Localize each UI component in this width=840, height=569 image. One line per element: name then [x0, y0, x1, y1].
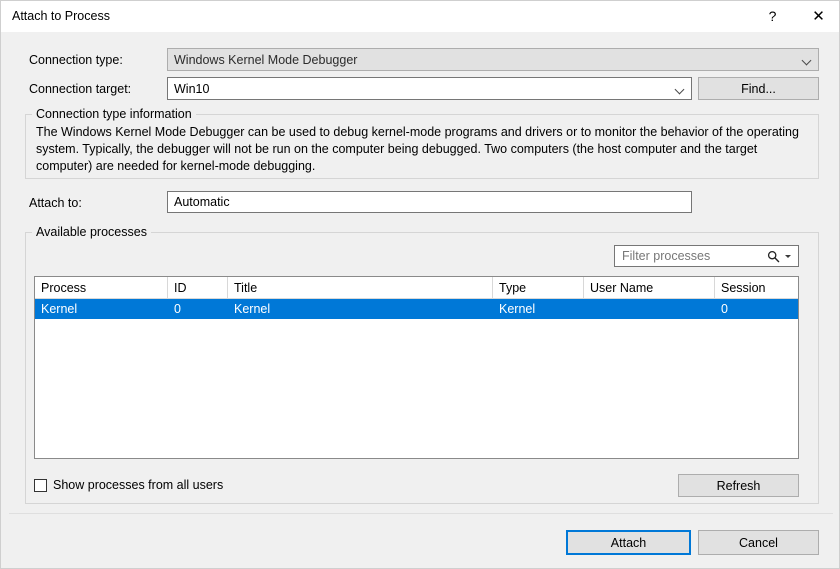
chevron-down-icon: [669, 78, 691, 99]
connection-target-label: Connection target:: [29, 82, 132, 96]
filter-processes-input[interactable]: Filter processes: [614, 245, 799, 267]
attach-to-value: Automatic: [174, 195, 230, 209]
attach-to-field[interactable]: Automatic: [167, 191, 692, 213]
cell-type: Kernel: [499, 302, 536, 316]
cell-title: Kernel: [234, 302, 271, 316]
cell-process: Kernel: [41, 302, 78, 316]
cell-id: 0: [174, 302, 181, 316]
filter-dropdown-caret-icon[interactable]: [782, 254, 798, 258]
column-header-id[interactable]: ID: [168, 277, 228, 298]
close-button[interactable]: ✕: [796, 1, 839, 31]
column-header-session[interactable]: Session: [715, 277, 798, 298]
connection-type-combo[interactable]: Windows Kernel Mode Debugger: [167, 48, 819, 71]
attach-button[interactable]: Attach: [566, 530, 691, 555]
checkbox-box[interactable]: [34, 478, 47, 492]
cell-user-name: [584, 299, 715, 319]
column-header-title[interactable]: Title: [228, 277, 493, 298]
cancel-button[interactable]: Cancel: [698, 530, 819, 555]
question-mark-icon: ?: [768, 8, 777, 24]
connection-type-information-text: The Windows Kernel Mode Debugger can be …: [36, 125, 799, 173]
close-icon: ✕: [812, 7, 825, 25]
available-processes-title: Available processes: [32, 225, 151, 239]
chevron-down-icon: [796, 49, 818, 70]
attach-to-label: Attach to:: [29, 196, 82, 210]
connection-target-value: Win10: [174, 81, 210, 96]
attach-to-process-dialog: Attach to Process ? ✕ Connection type: W…: [0, 0, 840, 569]
filter-processes-placeholder: Filter processes: [622, 249, 711, 263]
cancel-button-label: Cancel: [739, 535, 778, 550]
table-row[interactable]: Kernel 0 Kernel Kernel 0: [35, 299, 798, 319]
column-header-user-name[interactable]: User Name: [584, 277, 715, 298]
cell-session: 0: [721, 302, 728, 316]
process-list[interactable]: Process ID Title Type User Name Session …: [34, 276, 799, 459]
help-button[interactable]: ?: [750, 1, 795, 31]
connection-target-combo[interactable]: Win10: [167, 77, 692, 100]
connection-type-information-title: Connection type information: [32, 107, 196, 121]
window-title: Attach to Process: [12, 9, 110, 23]
title-bar: Attach to Process ? ✕: [1, 1, 839, 33]
attach-button-label: Attach: [610, 535, 647, 550]
find-button-label: Find...: [741, 81, 776, 96]
show-processes-from-all-users-checkbox[interactable]: Show processes from all users: [34, 478, 223, 492]
refresh-button-label: Refresh: [716, 478, 761, 493]
process-list-header: Process ID Title Type User Name Session: [35, 277, 798, 299]
column-header-process[interactable]: Process: [35, 277, 168, 298]
column-header-type[interactable]: Type: [493, 277, 584, 298]
search-icon: [764, 250, 782, 263]
refresh-button[interactable]: Refresh: [678, 474, 799, 497]
connection-type-label: Connection type:: [29, 53, 123, 67]
find-button[interactable]: Find...: [698, 77, 819, 100]
show-processes-from-all-users-label: Show processes from all users: [53, 478, 224, 492]
connection-type-value: Windows Kernel Mode Debugger: [174, 52, 358, 67]
footer-divider: [9, 513, 833, 514]
